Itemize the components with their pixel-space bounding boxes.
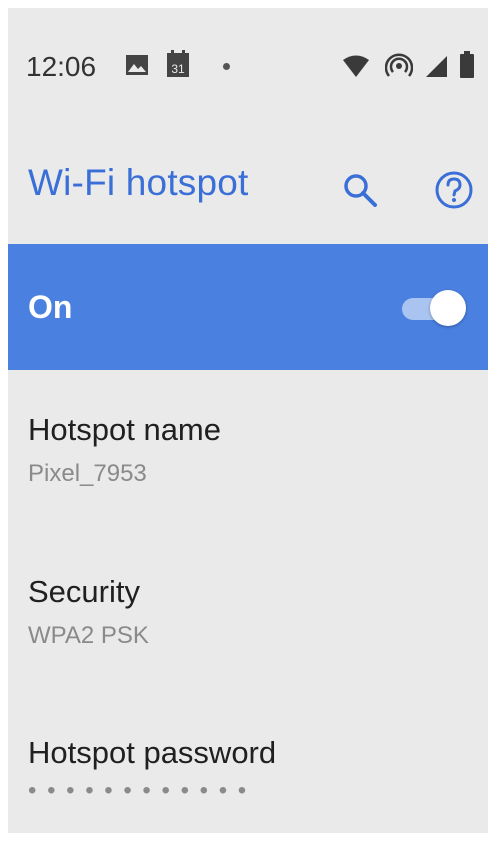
hotspot-icon xyxy=(385,53,413,77)
battery-icon xyxy=(460,51,474,78)
signal-icon xyxy=(426,56,447,77)
hotspot-name-value: Pixel_7953 xyxy=(28,460,147,487)
help-icon[interactable] xyxy=(434,170,474,210)
status-bar: 12:06 31 xyxy=(8,8,488,118)
security-setting[interactable]: Security WPA2 PSK xyxy=(8,574,488,704)
hotspot-toggle[interactable] xyxy=(400,288,468,328)
search-icon[interactable] xyxy=(340,170,380,210)
master-switch-label: On xyxy=(28,289,73,325)
hotspot-password-setting[interactable]: Hotspot password • • • • • • • • • • • • xyxy=(8,735,488,833)
calendar-day: 31 xyxy=(171,62,185,76)
hotspot-password-value: • • • • • • • • • • • • xyxy=(28,777,249,804)
hotspot-name-setting[interactable]: Hotspot name Pixel_7953 xyxy=(8,412,488,542)
wifi-icon xyxy=(343,55,369,77)
status-time: 12:06 xyxy=(26,51,97,82)
hotspot-password-title: Hotspot password xyxy=(28,735,277,770)
master-switch-bar[interactable]: On xyxy=(8,244,488,370)
notification-dot-icon xyxy=(223,63,230,70)
phone-screen: 12:06 31 Wi-Fi hotspot On Hotspot name P… xyxy=(8,8,488,833)
calendar-icon: 31 xyxy=(167,50,189,77)
app-bar: Wi-Fi hotspot xyxy=(8,118,488,244)
security-value: WPA2 PSK xyxy=(28,622,149,649)
security-title: Security xyxy=(28,574,140,609)
hotspot-name-title: Hotspot name xyxy=(28,412,221,447)
page-title: Wi-Fi hotspot xyxy=(28,162,249,203)
image-icon xyxy=(126,55,148,75)
toggle-thumb xyxy=(430,290,466,326)
